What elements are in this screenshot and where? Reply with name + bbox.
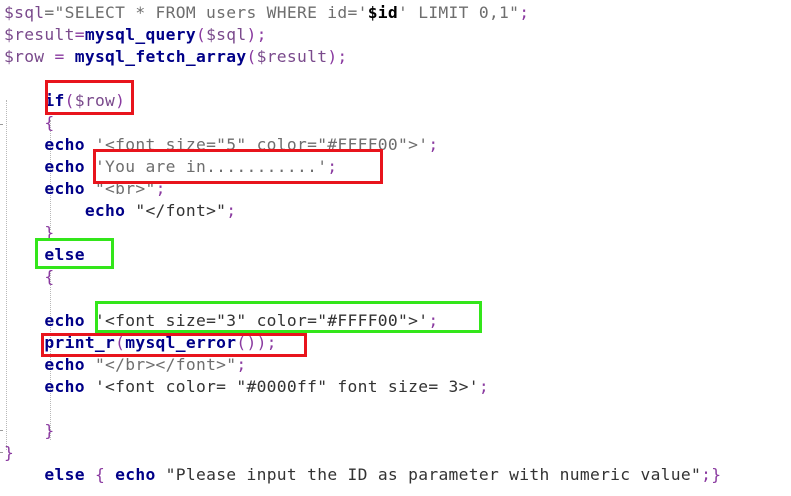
code-token: $sql <box>4 3 45 22</box>
code-token: mysql_query <box>84 25 196 44</box>
code-token: echo <box>44 179 85 198</box>
code-token: echo <box>44 135 85 154</box>
code-token: { <box>84 465 116 484</box>
code-token: ) <box>115 91 126 110</box>
code-token: ; <box>155 179 166 198</box>
code-line[interactable]: echo '<font size="5" color="#FFFF00">'; <box>4 134 438 156</box>
code-token: $result <box>4 25 75 44</box>
code-token: echo <box>44 311 85 330</box>
code-token: ; <box>519 3 530 22</box>
code-token: echo <box>44 377 85 396</box>
code-line[interactable]: echo "<br>"; <box>4 178 166 200</box>
code-token: ; <box>226 201 237 220</box>
code-token: '<font color= "#0000ff" font size= 3>' <box>84 377 479 396</box>
fold-marker[interactable] <box>0 430 3 432</box>
code-line[interactable]: { <box>4 266 55 288</box>
code-token: ' LIMIT 0,1" <box>398 3 520 22</box>
code-token: "Please input the ID as parameter with n… <box>155 465 702 484</box>
code-token: if <box>44 91 65 110</box>
code-token: ()); <box>236 333 277 352</box>
code-token: = <box>44 47 75 66</box>
code-line[interactable]: echo "</font>"; <box>4 200 236 222</box>
code-token: "</br></font>" <box>84 355 237 374</box>
code-line[interactable]: echo "</br></font>"; <box>4 354 247 376</box>
code-line[interactable]: if($row) <box>4 90 125 112</box>
code-token: mysql_error <box>125 333 237 352</box>
code-token: else <box>44 465 85 484</box>
code-line[interactable]: echo '<font size="3" color="#FFFF00">'; <box>4 310 438 332</box>
code-token: ; <box>428 311 439 330</box>
code-line[interactable]: else <box>4 244 85 266</box>
fold-marker[interactable] <box>0 124 3 126</box>
code-token: $id <box>367 3 399 22</box>
code-token: ( <box>115 333 126 352</box>
code-token: } <box>44 223 55 242</box>
code-editor[interactable]: $sql="SELECT * FROM users WHERE id='$id'… <box>0 0 791 496</box>
code-line[interactable]: $sql="SELECT * FROM users WHERE id='$id'… <box>4 2 529 24</box>
code-token: { <box>44 267 55 286</box>
code-token: ; <box>236 355 247 374</box>
code-line[interactable]: print_r(mysql_error()); <box>4 332 277 354</box>
code-line[interactable]: } <box>4 442 14 464</box>
code-token: ); <box>246 25 267 44</box>
code-token: print_r <box>44 333 116 352</box>
code-token: ( <box>64 91 75 110</box>
code-token: mysql_fetch_array <box>74 47 247 66</box>
code-token: ;} <box>701 465 722 484</box>
fold-marker[interactable] <box>0 452 3 454</box>
code-token: echo <box>44 355 85 374</box>
code-line[interactable]: $result=mysql_query($sql); <box>4 24 267 46</box>
code-line[interactable]: } <box>4 420 55 442</box>
code-token: = <box>74 25 85 44</box>
code-token: $result <box>256 47 328 66</box>
code-token: } <box>44 421 55 440</box>
code-token: '<font size="3" color="#FFFF00">' <box>84 311 429 330</box>
code-token: ( <box>246 47 257 66</box>
code-token: { <box>44 113 55 132</box>
code-token: } <box>4 443 15 462</box>
code-token: "<br>" <box>84 179 156 198</box>
code-token: ; <box>428 135 439 154</box>
code-token: ; <box>478 377 489 396</box>
code-line[interactable]: echo '<font color= "#0000ff" font size= … <box>4 376 489 398</box>
code-token: $row <box>74 91 116 110</box>
code-token: else <box>44 245 85 264</box>
code-token: ); <box>327 47 348 66</box>
code-token: '<font size="5" color="#FFFF00">' <box>84 135 429 154</box>
code-line[interactable]: else { echo "Please input the ID as para… <box>4 464 721 486</box>
code-token: echo <box>115 465 156 484</box>
code-line[interactable]: } <box>4 222 55 244</box>
code-line[interactable]: { <box>4 112 55 134</box>
code-line[interactable]: $row = mysql_fetch_array($result); <box>4 46 348 68</box>
code-token: $sql <box>206 25 247 44</box>
code-token: "</font>" <box>125 201 227 220</box>
code-token: $row <box>4 47 45 66</box>
code-token: 'You are in...........' <box>84 157 328 176</box>
code-token: ; <box>327 157 338 176</box>
code-token: echo <box>44 157 85 176</box>
code-line[interactable]: echo 'You are in...........'; <box>4 156 337 178</box>
code-token: echo <box>84 201 126 220</box>
code-token: ( <box>195 25 207 44</box>
code-token: ="SELECT * FROM users WHERE id=' <box>44 3 368 22</box>
